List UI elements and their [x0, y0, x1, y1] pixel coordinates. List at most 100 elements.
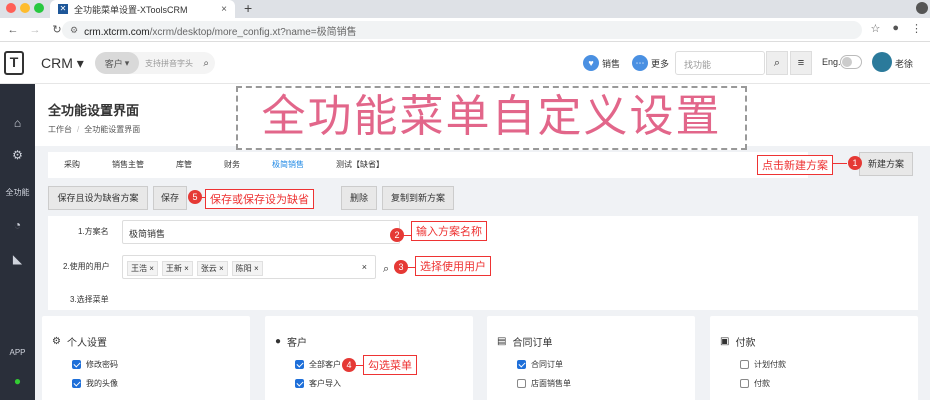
- sidebar-item-org[interactable]: ⌂: [0, 116, 35, 130]
- tab-test-default[interactable]: 测试【缺省】: [320, 152, 400, 178]
- crm-menu[interactable]: CRM ▾: [41, 55, 84, 72]
- users-select[interactable]: 王浩 × 王新 × 张云 × 陈阳 × ×: [122, 255, 376, 279]
- sidebar-item-app[interactable]: APP: [0, 344, 35, 358]
- profile-icon[interactable]: ●: [892, 22, 899, 35]
- checkbox-all-customers[interactable]: 全部客户: [295, 359, 341, 370]
- search-input[interactable]: 支持拼音字头: [145, 58, 203, 69]
- tab-search-icon[interactable]: [916, 2, 928, 14]
- sidebar-item-all-functions[interactable]: 全功能: [0, 184, 35, 198]
- tag-remove-icon[interactable]: ×: [184, 264, 189, 273]
- user-tag: 王浩 ×: [127, 261, 158, 276]
- annotation-1-badge: 1: [848, 156, 862, 170]
- tag-remove-icon[interactable]: ×: [254, 264, 259, 273]
- annotation-3-arrow: [407, 267, 415, 268]
- checkbox-change-password[interactable]: 修改密码: [72, 359, 118, 370]
- checkbox-my-avatar[interactable]: 我的头像: [72, 378, 118, 389]
- annotation-2-arrow: [403, 235, 411, 236]
- sales-button[interactable]: ♥ 销售: [583, 55, 620, 71]
- delete-button[interactable]: 删除: [341, 186, 377, 210]
- tab-warehouse[interactable]: 库管: [160, 152, 208, 178]
- checkbox-customer-import[interactable]: 客户导入: [295, 378, 341, 389]
- checkbox-planned-payment[interactable]: 计划付款: [740, 359, 786, 370]
- minimize-window-button[interactable]: [20, 3, 30, 13]
- annotation-4-arrow: [355, 365, 363, 366]
- annotation-1-arrow: [833, 163, 847, 164]
- search-scope-select[interactable]: 客户 ▾: [95, 52, 139, 74]
- bookmark-star-icon[interactable]: ☆: [870, 22, 880, 35]
- wechat-icon: ●: [13, 374, 22, 388]
- tab-close-icon[interactable]: ×: [221, 4, 227, 15]
- new-tab-button[interactable]: +: [244, 0, 252, 16]
- find-function-search-button[interactable]: ⌕: [766, 51, 788, 75]
- language-toggle[interactable]: [840, 55, 862, 69]
- breadcrumb-current: 全功能设置界面: [84, 125, 141, 134]
- user-name[interactable]: 老徐: [895, 57, 913, 70]
- new-plan-button[interactable]: 新建方案: [859, 152, 913, 176]
- plan-tabs: 采购 销售主管 库管 财务 极简销售 测试【缺省】: [48, 152, 808, 178]
- save-button[interactable]: 保存: [153, 186, 187, 210]
- copy-to-new-plan-button[interactable]: 复制到新方案: [382, 186, 454, 210]
- page-title: 全功能设置界面: [48, 103, 140, 118]
- checkbox-store-sales[interactable]: 店面销售单: [517, 378, 571, 389]
- annotation-1-text: 点击新建方案: [757, 155, 833, 175]
- url-path: /xcrm/desktop/more_config.xt?name=极简销售: [149, 26, 357, 38]
- back-arrow-icon[interactable]: ←: [4, 24, 22, 36]
- cogs-icon: ⚙: [12, 148, 23, 162]
- tab-sales-manager[interactable]: 销售主管: [96, 152, 160, 178]
- tag-remove-icon[interactable]: ×: [149, 264, 154, 273]
- dashboard-icon: ◔: [13, 218, 22, 232]
- xtools-favicon-icon: ✕: [58, 4, 68, 14]
- tab-purchase[interactable]: 采购: [48, 152, 96, 178]
- clear-users-icon[interactable]: ×: [362, 262, 367, 272]
- customer-search: 客户 ▾ 支持拼音字头 ⌕: [95, 52, 215, 74]
- save-as-default-button[interactable]: 保存且设为缺省方案: [48, 186, 148, 210]
- checkbox-payment[interactable]: 付款: [740, 378, 770, 389]
- sitemap-icon: ⌂: [13, 116, 22, 130]
- url-host: crm.xtcrm.com: [84, 26, 150, 38]
- more-button[interactable]: ⋯ 更多: [632, 55, 669, 71]
- sidebar-item-dashboard[interactable]: ◔: [0, 218, 35, 232]
- maximize-window-button[interactable]: [34, 3, 44, 13]
- close-window-button[interactable]: [6, 3, 16, 13]
- url-field[interactable]: ⚙ crm.xtcrm.com/xcrm/desktop/more_config…: [62, 21, 862, 39]
- breadcrumb-home[interactable]: 工作台: [48, 125, 72, 134]
- sidebar-item-wechat[interactable]: ●: [0, 374, 35, 388]
- xtools-logo-icon[interactable]: T: [4, 51, 24, 75]
- checkbox-contract-orders[interactable]: 合同订单: [517, 359, 563, 370]
- menu-card-payment: ▣ 付款 计划付款 付款: [710, 316, 918, 400]
- hamburger-menu-icon[interactable]: ≡: [790, 51, 812, 75]
- tag-remove-icon[interactable]: ×: [219, 264, 224, 273]
- search-icon[interactable]: ⌕: [203, 58, 209, 69]
- sidebar-item-settings[interactable]: ⚙: [0, 148, 35, 162]
- sidebar-item-reports[interactable]: ◣: [0, 252, 35, 266]
- menu-card-contracts: ▤ 合同订单 合同订单 店面销售单: [487, 316, 695, 400]
- caret-down-icon: ▾: [124, 57, 130, 68]
- menu-select-label: 3.选择菜单: [70, 295, 109, 304]
- site-info-icon[interactable]: ⚙: [70, 25, 78, 36]
- plan-name-input[interactable]: 极简销售: [122, 220, 400, 244]
- annotation-2-text: 输入方案名称: [411, 221, 487, 241]
- users-label: 2.使用的用户: [63, 262, 110, 271]
- address-bar-row: ← → ↻ ⚙ crm.xtcrm.com/xcrm/desktop/more_…: [0, 18, 930, 42]
- user-tag: 张云 ×: [196, 261, 228, 276]
- user-icon: ●: [275, 336, 282, 347]
- breadcrumb: 工作台 / 全功能设置界面: [48, 125, 141, 134]
- annotation-2-badge: 2: [390, 228, 404, 242]
- user-search-icon[interactable]: ⌕: [383, 263, 389, 276]
- menu-card-personal: ⚙ 个人设置 修改密码 我的头像: [42, 316, 250, 400]
- tab-simple-sales[interactable]: 极简销售: [256, 152, 320, 178]
- area-chart-icon: ◣: [12, 252, 23, 266]
- find-function-input[interactable]: 找功能: [675, 51, 765, 75]
- browser-tab[interactable]: ✕ 全功能菜单设置-XToolsCRM ×: [50, 0, 235, 18]
- avatar[interactable]: [872, 52, 892, 72]
- forward-arrow-icon[interactable]: →: [26, 24, 44, 36]
- money-icon: ▣: [720, 336, 730, 347]
- annotation-4-text: 勾选菜单: [363, 355, 417, 375]
- tab-title: 全功能菜单设置-XToolsCRM: [74, 4, 188, 15]
- browser-menu-icon[interactable]: ⋮: [911, 22, 922, 35]
- cogs-icon: ⚙: [52, 336, 61, 347]
- overlay-title: 全功能菜单自定义设置: [236, 86, 747, 150]
- tab-finance[interactable]: 财务: [208, 152, 256, 178]
- annotation-5-text: 保存或保存设为缺省: [205, 189, 314, 209]
- user-tag: 王新 ×: [161, 261, 193, 276]
